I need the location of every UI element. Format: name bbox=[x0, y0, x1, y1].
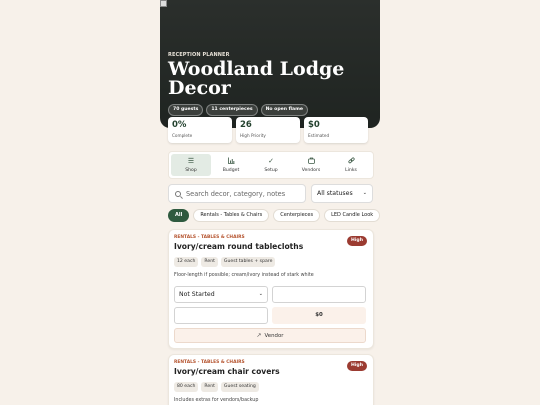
item-note: Includes extras for vendors/backup bbox=[174, 398, 259, 403]
search-input[interactable]: Search decor, category, notes bbox=[168, 184, 306, 203]
app-column: RECEPTION PLANNER Woodland Lodge Decor 7… bbox=[160, 0, 380, 405]
tab-vendors[interactable]: Vendors bbox=[291, 154, 331, 176]
tab-label: Shop bbox=[185, 168, 197, 173]
tab-label: Budget bbox=[222, 168, 240, 173]
priority-badge: High bbox=[347, 361, 367, 371]
store-icon bbox=[307, 157, 315, 166]
item-category: RENTALS - TABLES & CHAIRS bbox=[174, 360, 245, 365]
filter-chip-rentals[interactable]: Rentals - Tables & Chairs bbox=[193, 209, 270, 222]
item-tags: 12 each Rent Guest tables + spare bbox=[174, 257, 276, 267]
tab-bar: ☰ Shop Budget ✓ Setup Vendors Links bbox=[168, 151, 374, 179]
bar-chart-icon bbox=[227, 157, 235, 166]
usage-tag: Guest tables + spare bbox=[220, 257, 276, 267]
vendor-button-label: Vendor bbox=[264, 332, 284, 339]
page-title: Woodland Lodge Decor bbox=[168, 58, 345, 99]
item-note: Floor-length if possible; cream/ivory in… bbox=[174, 273, 314, 278]
filter-chip-led-candle[interactable]: LED Candle Look bbox=[324, 209, 380, 222]
category-filter-chips: All Rentals - Tables & Chairs Centerpiec… bbox=[168, 209, 380, 222]
tab-shop[interactable]: ☰ Shop bbox=[171, 154, 211, 176]
item-category: RENTALS - TABLES & CHAIRS bbox=[174, 235, 245, 240]
stat-label: Estimated bbox=[308, 133, 330, 138]
link-icon bbox=[347, 157, 355, 166]
usage-tag: Guest seating bbox=[220, 382, 259, 392]
status-filter-select[interactable]: All statuses ⌄ bbox=[311, 184, 373, 203]
item-card: RENTALS - TABLES & CHAIRS Ivory/cream ch… bbox=[168, 354, 374, 405]
stat-high-priority: 26 High Priority bbox=[236, 117, 300, 143]
item-title: Ivory/cream round tablecloths bbox=[174, 242, 304, 251]
item-title: Ivory/cream chair covers bbox=[174, 367, 280, 376]
filter-chip-centerpieces[interactable]: Centerpieces bbox=[273, 209, 321, 222]
item-tags: 80 each Rent Guest seating bbox=[174, 382, 259, 392]
external-link-icon: ↗ bbox=[256, 332, 262, 339]
item-field-input[interactable] bbox=[272, 286, 366, 303]
item-price-input[interactable] bbox=[174, 307, 268, 324]
item-status-value: Not Started bbox=[179, 291, 215, 298]
stat-value: $0 bbox=[308, 120, 320, 130]
stat-label: High Priority bbox=[240, 133, 266, 138]
flame-rule-chip: No open flame bbox=[260, 104, 309, 116]
quantity-tag: 80 each bbox=[174, 382, 199, 392]
item-status-select[interactable]: Not Started ⌄ bbox=[174, 286, 268, 303]
vendor-button[interactable]: ↗ Vendor bbox=[174, 328, 366, 343]
guest-count-chip: 70 guests bbox=[168, 104, 204, 116]
centerpiece-count-chip: 11 centerpieces bbox=[206, 104, 258, 116]
chevron-down-icon: ⌄ bbox=[362, 190, 367, 196]
quantity-tag: 12 each bbox=[174, 257, 199, 267]
acquire-tag: Rent bbox=[201, 382, 218, 392]
tab-budget[interactable]: Budget bbox=[211, 154, 251, 176]
tab-setup[interactable]: ✓ Setup bbox=[251, 154, 291, 176]
check-icon: ✓ bbox=[268, 157, 274, 165]
stat-label: Complete bbox=[172, 133, 193, 138]
status-filter-value: All statuses bbox=[317, 190, 353, 197]
hero-image bbox=[160, 0, 167, 7]
tab-label: Links bbox=[345, 168, 357, 173]
acquire-tag: Rent bbox=[201, 257, 218, 267]
tab-label: Vendors bbox=[301, 168, 321, 173]
stat-value: 26 bbox=[240, 120, 252, 130]
stat-estimated: $0 Estimated bbox=[304, 117, 368, 143]
stat-value: 0% bbox=[172, 120, 187, 130]
chevron-down-icon: ⌄ bbox=[258, 291, 263, 297]
item-card: RENTALS - TABLES & CHAIRS Ivory/cream ro… bbox=[168, 229, 374, 349]
search-icon bbox=[175, 190, 181, 197]
item-cost-total: $0 bbox=[272, 307, 366, 324]
tab-label: Setup bbox=[264, 168, 278, 173]
list-icon: ☰ bbox=[187, 157, 195, 165]
stat-complete: 0% Complete bbox=[168, 117, 232, 143]
hero-chips: 70 guests 11 centerpieces No open flame bbox=[168, 104, 309, 116]
filter-chip-all[interactable]: All bbox=[168, 209, 190, 222]
stats-row: 0% Complete 26 High Priority $0 Estimate… bbox=[168, 117, 368, 143]
priority-badge: High bbox=[347, 236, 367, 246]
hero-banner: RECEPTION PLANNER Woodland Lodge Decor 7… bbox=[160, 0, 380, 128]
search-placeholder: Search decor, category, notes bbox=[186, 189, 286, 198]
tab-links[interactable]: Links bbox=[331, 154, 371, 176]
